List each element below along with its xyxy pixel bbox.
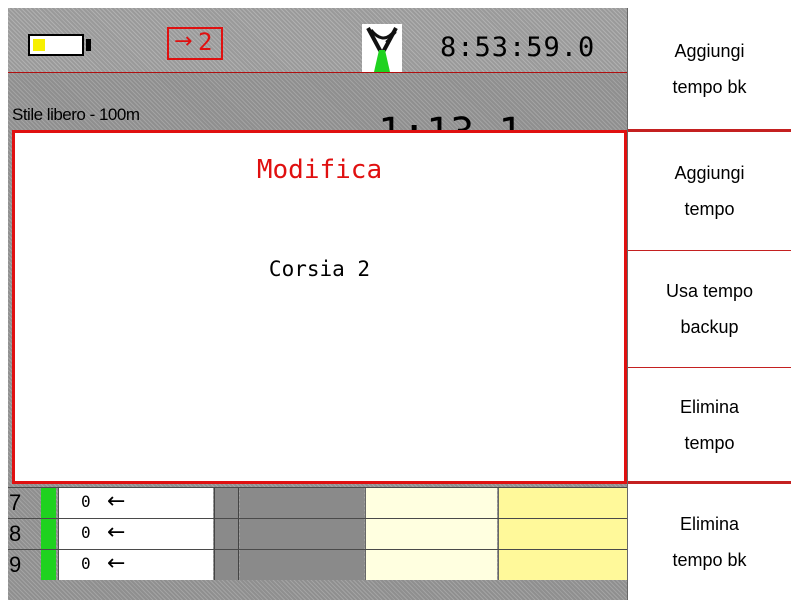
lane-status-indicator <box>41 550 56 580</box>
softkey-label: Usa tempo <box>665 281 754 301</box>
race-clock: 8:53:59.0 <box>440 32 596 63</box>
add-time-button[interactable]: Aggiungi tempo <box>628 132 791 250</box>
lane-backup-cell <box>498 519 627 549</box>
lane-cell <box>214 488 239 518</box>
dialog-lane-label: Corsia 2 <box>268 257 371 281</box>
softkey-label: tempo <box>684 432 735 453</box>
lane-row-8[interactable]: 8 0 ← <box>8 518 627 549</box>
softkey-label: tempo <box>684 199 735 219</box>
lane-count-cell: 0 ← <box>58 519 213 549</box>
lane-count: 0 <box>81 523 91 542</box>
left-arrow-icon: ← <box>107 489 126 514</box>
lane-number: 9 <box>9 552 22 577</box>
use-backup-time-button[interactable]: Usa tempo backup <box>628 251 791 367</box>
delete-time-button[interactable]: Elimina tempo <box>628 368 791 481</box>
lane-count: 0 <box>81 554 91 573</box>
lane-time-cell <box>365 488 497 518</box>
lane-entry-arrow-icon: → <box>174 29 193 54</box>
dialog-title: Modifica <box>256 155 383 185</box>
lane-time-cell <box>365 519 497 549</box>
lane-cell <box>214 550 239 580</box>
lane-cell <box>240 550 364 580</box>
battery-tip <box>86 39 91 51</box>
satellite-dish-icon <box>362 24 402 72</box>
lane-row-9[interactable]: 9 0 ← <box>8 549 627 580</box>
lane-cell <box>240 519 364 549</box>
lane-backup-cell <box>498 550 627 580</box>
lane-cell <box>240 488 364 518</box>
softkey-panel: Aggiungi tempo bk Aggiungi tempo Usa tempo… <box>627 8 791 600</box>
lane-indicator-number: 2 <box>198 28 213 56</box>
lane-count: 0 <box>81 492 91 511</box>
battery-icon <box>28 34 84 56</box>
softkey-label: Elimina <box>679 396 740 417</box>
lane-row-7[interactable]: 7 0 ← <box>8 487 627 518</box>
left-arrow-icon: ← <box>107 551 126 576</box>
softkey-label: Elimina <box>679 514 739 534</box>
event-row: Stile libero - 100m 1:13.1 <box>8 73 627 155</box>
left-arrow-icon: ← <box>107 520 126 545</box>
status-bar: → 2 8:53:59.0 <box>8 8 627 73</box>
softkey-label: tempo bk <box>672 76 747 97</box>
lane-number: 7 <box>9 490 22 515</box>
lane-count-cell: 0 ← <box>58 550 213 580</box>
softkey-label: Aggiungi <box>674 40 745 61</box>
softkey-label: Aggiungi <box>674 163 745 183</box>
lane-status-indicator <box>41 519 56 549</box>
lane-count-cell: 0 ← <box>58 488 213 518</box>
lane-backup-cell <box>498 488 627 518</box>
battery-level-fill <box>33 39 45 51</box>
lane-time-cell <box>365 550 497 580</box>
delete-backup-time-button[interactable]: Elimina tempo bk <box>628 484 791 600</box>
add-backup-time-button[interactable]: Aggiungi tempo bk <box>628 8 791 129</box>
lane-status-indicator <box>41 488 56 518</box>
lane-cell <box>214 519 239 549</box>
softkey-label: backup <box>680 317 739 337</box>
lane-number: 8 <box>9 521 22 546</box>
event-title: Stile libero - 100m <box>12 105 140 124</box>
softkey-label: tempo bk <box>672 550 747 570</box>
edit-dialog: Modifica Corsia 2 <box>12 130 627 484</box>
